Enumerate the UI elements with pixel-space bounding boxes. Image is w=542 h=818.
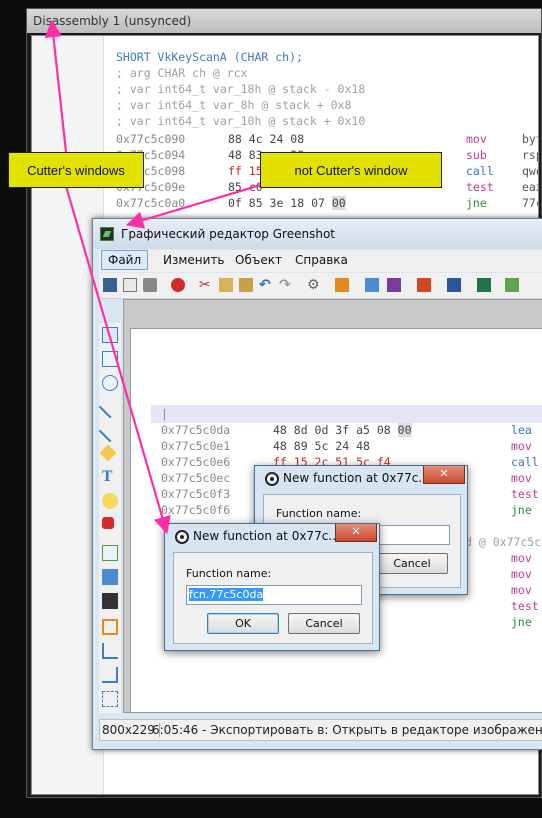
callout-cutter-windows: Cutter's windows	[8, 152, 144, 188]
annotation-arrows	[44, 19, 265, 535]
arrow-to-new-function-dialog	[64, 185, 171, 535]
callout-not-cutter-window: not Cutter's window	[260, 152, 442, 188]
arrow-to-greenshot-title	[125, 182, 265, 229]
arrow-to-cutter-title	[44, 19, 68, 153]
